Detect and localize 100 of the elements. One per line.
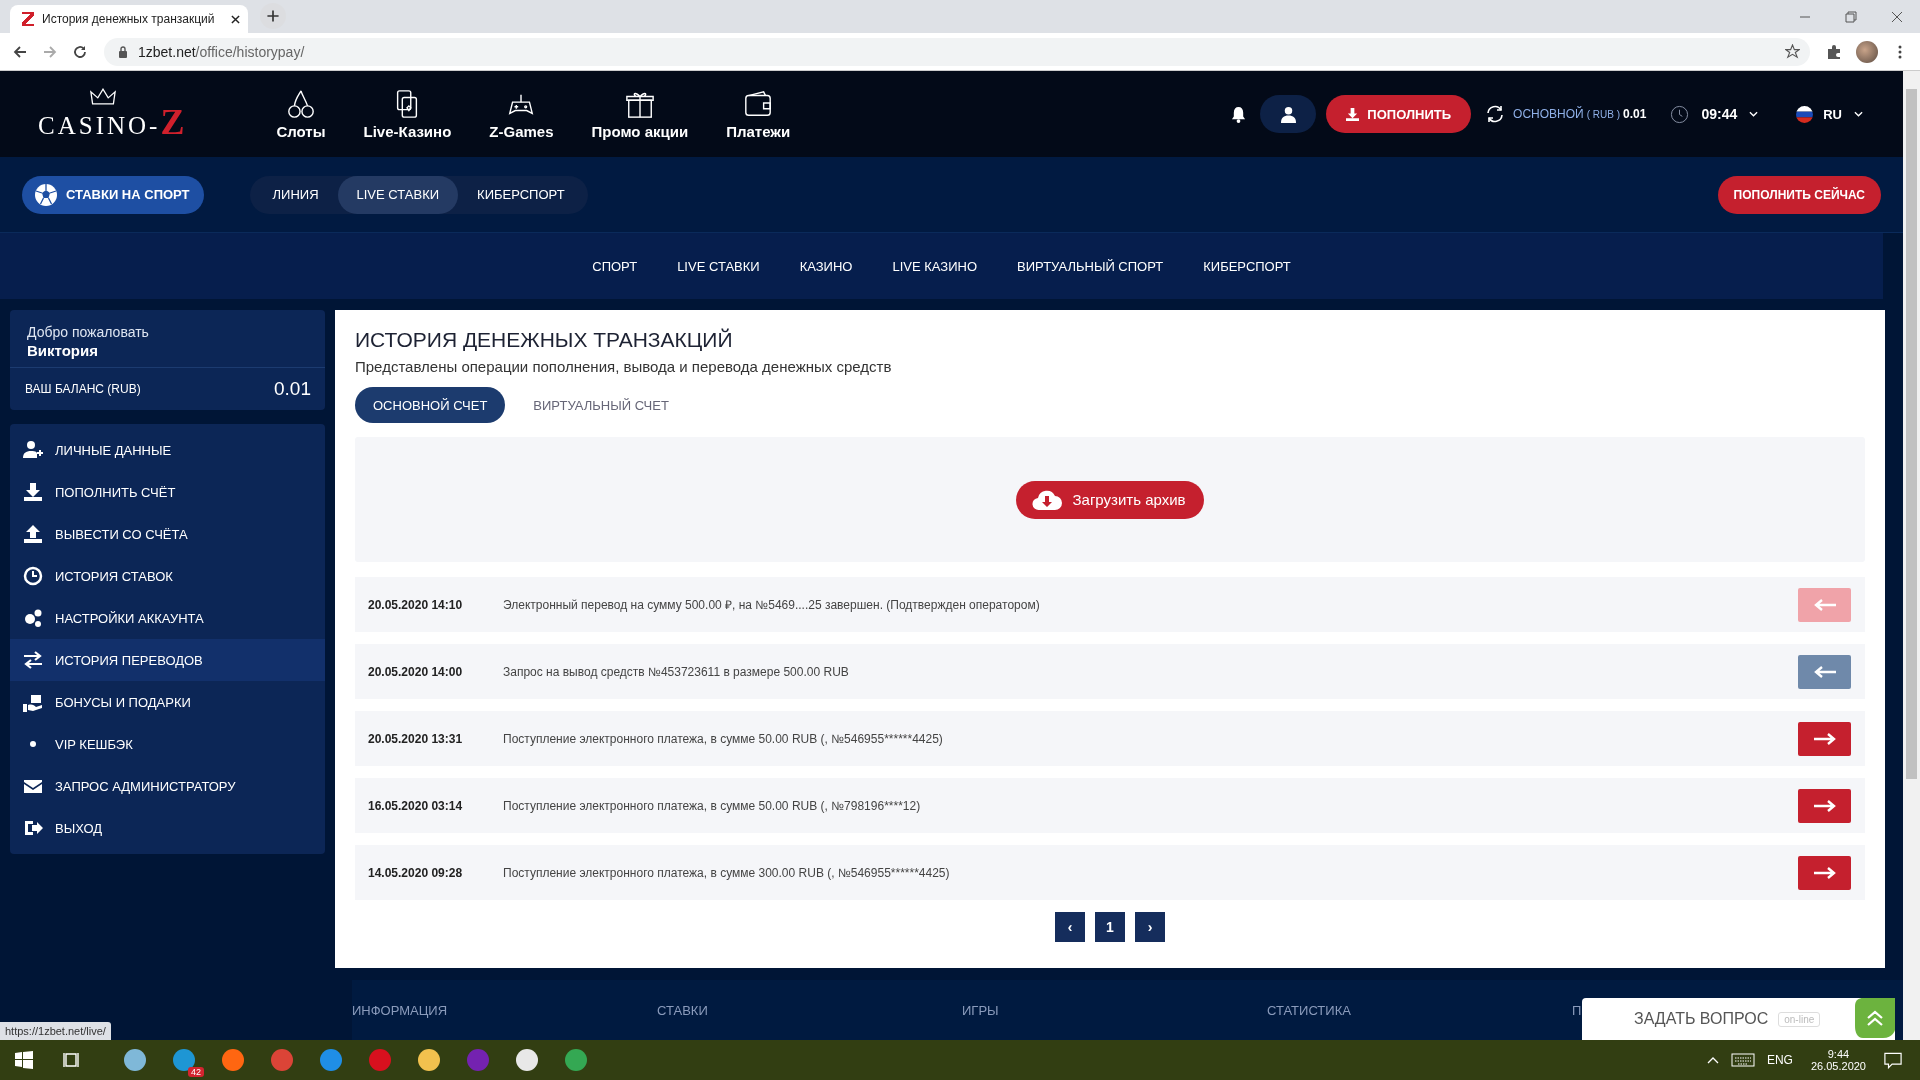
system-clock[interactable]: 9:44 26.05.2020 [1810, 1048, 1866, 1072]
cloud-download-icon [1032, 488, 1063, 511]
refresh-icon[interactable] [1485, 104, 1506, 124]
page-title: ИСТОРИЯ ДЕНЕЖНЫХ ТРАНЗАКЦИЙ [355, 328, 734, 352]
profile-button[interactable] [1260, 95, 1317, 133]
transaction-text: Электронный перевод на сумму 500.00 ₽, на №5469....25 завершен. (Подтвержден оператором) [503, 597, 1041, 613]
chevron-up-icon[interactable] [1706, 1056, 1719, 1064]
transaction-direction-button[interactable] [1798, 654, 1851, 689]
address-bar[interactable]: 1zbet.net/office/historypay/ [104, 37, 1810, 66]
menu-item[interactable]: ИСТОРИЯ ПЕРЕВОДОВ [10, 639, 325, 681]
chevron-down-icon[interactable] [1749, 111, 1759, 117]
bell-icon[interactable] [1231, 105, 1247, 123]
page-subtitle: Представлены операции пополнения, вывода и перевода денежных средств [355, 358, 893, 375]
bet-tab[interactable]: ЛИНИЯ [253, 175, 338, 214]
new-tab-icon[interactable] [260, 2, 286, 29]
cherries-icon [285, 88, 316, 119]
menu-item[interactable]: ВЫВЕСТИ СО СЧЁТА [10, 513, 325, 555]
transaction-direction-button[interactable] [1798, 721, 1851, 756]
previous-page-button[interactable]: ‹ [1055, 912, 1085, 942]
subnav-item[interactable]: LIVE КАЗИНО [892, 258, 978, 274]
balance-amount: 0.01 [1623, 107, 1647, 121]
menu-item[interactable]: НАСТРОЙКИ АККАУНТА [10, 597, 325, 639]
bet-tab[interactable]: LIVE СТАВКИ [337, 175, 459, 214]
footer-heading: ИНФОРМАЦИЯ [352, 1002, 449, 1018]
notifications-icon[interactable] [1884, 1051, 1902, 1069]
arrow-right-icon [1812, 866, 1837, 879]
subnav-item[interactable]: СПОРТ [592, 258, 638, 274]
chevrons-up-icon[interactable] [1855, 998, 1895, 1038]
app-icon[interactable] [515, 1049, 538, 1071]
greeting: Добро пожаловать [27, 324, 150, 340]
casino-logo[interactable]: CASINO-Z [38, 88, 185, 140]
chevron-down-icon[interactable] [1854, 111, 1863, 117]
transaction-date: 20.05.2020 14:00 [368, 664, 464, 679]
transaction-direction-button[interactable] [1798, 788, 1851, 823]
balance-label: ОСНОВНОЙ [1513, 107, 1584, 121]
subnav-item[interactable]: LIVE СТАВКИ [677, 258, 760, 274]
transaction-text: Поступление электронного платежа, в сумме 50.00 RUB (, №798196****12) [503, 798, 922, 813]
subnav-item[interactable]: ВИРТУАЛЬНЫЙ СПОРТ [1017, 258, 1164, 274]
account-tab[interactable]: ВИРТУАЛЬНЫЙ СЧЕТ [515, 387, 687, 423]
subnav-item[interactable]: КАЗИНО [799, 258, 853, 274]
close-icon[interactable] [231, 14, 240, 24]
deposit-button[interactable]: ПОПОЛНИТЬ [1326, 95, 1472, 133]
menu-item[interactable]: ИСТОРИЯ СТАВОК [10, 555, 325, 597]
menu-item[interactable]: БОНУСЫ И ПОДАРКИ [10, 681, 325, 723]
download-archive-button[interactable]: Загрузить архив [1016, 480, 1204, 519]
currency-label: ( RUB ) [1586, 108, 1621, 120]
footer-heading: СТАВКИ [657, 1002, 709, 1018]
app-icon[interactable] [221, 1049, 244, 1071]
page-button[interactable]: 1 [1095, 912, 1125, 942]
transaction-date: 16.05.2020 03:14 [368, 798, 464, 813]
transfer-icon [23, 650, 43, 670]
menu-item[interactable]: ПОПОЛНИТЬ СЧЁТ [10, 471, 325, 513]
user-icon [1280, 105, 1296, 123]
nav-item[interactable]: Промо акции [591, 88, 689, 140]
account-tab[interactable]: ОСНОВНОЙ СЧЕТ [355, 387, 506, 423]
tab-title: История денежных транзакций [42, 12, 216, 26]
transaction-date: 14.05.2020 09:28 [368, 865, 464, 880]
scrollbar[interactable] [1903, 71, 1920, 1040]
balance-value: 0.01 [274, 378, 311, 400]
balance-label: ВАШ БАЛАНС (RUB) [25, 382, 141, 396]
clock-icon [23, 566, 43, 586]
menu-item[interactable]: ЗАПРОС АДМИНИСТРАТОРУ [10, 765, 325, 807]
app-icon[interactable] [123, 1049, 146, 1071]
keyboard-icon[interactable] [1730, 1053, 1755, 1067]
user-plus-icon [23, 440, 43, 460]
bet-tab[interactable]: КИБЕРСПОРТ [458, 175, 584, 214]
transaction-text: Запрос на вывод средств №453723611 в размере 500.00 RUB [503, 664, 850, 679]
task-view-icon[interactable] [62, 1050, 82, 1070]
menu-item[interactable]: ЛИЧНЫЕ ДАННЫЕ [10, 429, 325, 471]
nav-item[interactable]: Слоты [276, 88, 326, 140]
language-selector[interactable]: RU [1823, 106, 1842, 122]
nav-item[interactable]: Live-Казино [363, 88, 452, 140]
upload-icon [23, 524, 43, 544]
app-icon[interactable] [417, 1049, 440, 1071]
transaction-direction-button[interactable] [1798, 855, 1851, 890]
chat-widget[interactable]: ЗАДАТЬ ВОПРОС on-line [1582, 998, 1895, 1040]
arrow-right-icon [1812, 732, 1837, 745]
arrow-left-icon [1812, 665, 1837, 678]
soccer-ball-icon [34, 182, 58, 207]
menu-item[interactable]: ВЫХОД [10, 807, 325, 849]
arrow-left-icon [1812, 598, 1837, 611]
app-icon[interactable] [564, 1049, 587, 1071]
sport-bets-button[interactable]: СТАВКИ НА СПОРТ [22, 175, 204, 214]
online-status: on-line [1778, 1011, 1821, 1027]
start-icon[interactable] [14, 1050, 34, 1070]
restore-icon[interactable] [1845, 10, 1857, 23]
subnav-item[interactable]: КИБЕРСПОРТ [1203, 258, 1291, 274]
nav-item[interactable]: Платежи [726, 88, 791, 140]
exit-icon [23, 818, 43, 838]
menu-item[interactable]: VIP КЕШБЭК [10, 723, 325, 765]
nav-item[interactable]: Z-Games [489, 88, 554, 140]
transaction-date: 20.05.2020 13:31 [368, 731, 464, 746]
avatar-icon[interactable] [1856, 40, 1878, 63]
browser-tab[interactable]: История денежных транзакций [10, 5, 248, 33]
star-icon[interactable] [1785, 44, 1800, 59]
next-page-button[interactable]: › [1135, 912, 1165, 942]
time-selector[interactable]: 09:44 [1701, 106, 1738, 122]
input-language[interactable]: ENG [1766, 1053, 1793, 1067]
arrow-right-icon [1812, 799, 1837, 812]
deposit-now-button[interactable]: ПОПОЛНИТЬ СЕЙЧАС [1717, 175, 1881, 214]
